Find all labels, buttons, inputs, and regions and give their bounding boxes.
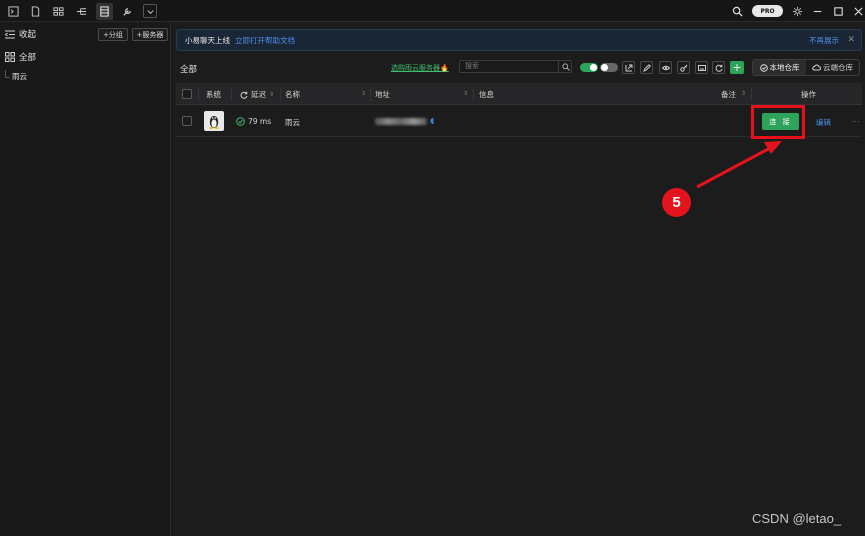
linux-penguin-icon [204,111,224,131]
pro-badge[interactable]: PRO [752,5,783,17]
sidebar-item-all[interactable]: 全部 [5,51,36,63]
key-icon[interactable] [677,61,690,74]
column-header-info: 信息 [479,89,494,100]
chevron-down-icon[interactable] [143,4,157,18]
help-doc-link[interactable]: 立即打开帮助文档 [235,35,295,46]
collapse-icon [5,30,15,38]
server-list-tab-icon[interactable] [96,3,113,20]
more-options[interactable]: ... [852,115,860,124]
refresh-latency-icon[interactable] [240,91,248,99]
edit-batch-icon[interactable] [640,61,653,74]
watermark: CSDN @letao_ [752,511,842,526]
network-tab-icon[interactable] [50,3,67,20]
collapse-label: 收起 [19,30,37,40]
table-header: 系统 延迟 ⇕ 名称 ⇕ 地址 ⇕ 信息 备注 ⇕ 操作 [176,83,862,105]
cloud-repo-label: 云端仓库 [823,63,853,72]
toggle-switch-off[interactable] [600,63,618,72]
search-input[interactable] [459,60,572,73]
cloud-repo-tab[interactable]: 云端仓库 [806,60,859,75]
refresh-icon[interactable] [712,61,725,74]
latency-value: 79 ms [248,117,272,126]
toggle-switch-on[interactable] [580,63,598,72]
fire-icon: 🔥 [440,64,449,72]
file-tab-icon[interactable] [27,3,44,20]
keyboard-icon[interactable] [695,61,708,74]
column-divider [231,87,232,101]
sidebar: 收起 +分组 +服务器 全部 雨云 [0,23,171,536]
settings-icon[interactable] [789,3,806,20]
column-header-os: 系统 [206,89,221,100]
column-latency-label: 延迟 [251,90,266,99]
column-divider [370,87,371,101]
column-header-address[interactable]: 地址 [375,89,390,100]
server-name: 雨云 [285,118,300,127]
import-icon[interactable] [622,61,635,74]
title-bar: PRO [0,0,865,22]
maximize-icon[interactable] [830,3,847,20]
latency-ok-icon [236,117,245,126]
search-icon[interactable] [729,3,746,20]
column-header-actions: 操作 [801,89,816,100]
address-redacted [375,118,427,125]
select-all-checkbox[interactable] [182,89,192,99]
column-divider [751,87,752,101]
minimize-icon[interactable] [809,3,826,20]
add-server-icon-button[interactable]: + [730,61,744,74]
tree-tab-icon[interactable] [73,3,90,20]
add-group-button[interactable]: +分组 [98,28,128,41]
tree-connector [5,70,10,78]
buy-server-link-label: 选购雨云服务器 [391,64,440,72]
close-icon[interactable] [850,3,865,20]
sort-icon[interactable]: ⇕ [361,90,366,97]
copy-address-icon[interactable]: ◖ [430,116,434,125]
column-info-label: 信息 [479,90,494,99]
dismiss-notice-link[interactable]: 不再展示 [809,35,839,46]
toolbar: 全部 选购雨云服务器🔥 + 本地仓库 [172,58,865,78]
add-server-button[interactable]: +服务器 [132,28,168,41]
search-button-icon[interactable] [558,60,572,73]
tools-tab-icon[interactable] [119,3,136,20]
sidebar-group-label: 雨云 [12,72,27,81]
column-header-note: 备注 [721,89,736,100]
close-notice-icon[interactable]: ✕ [847,35,855,45]
repo-switch: 本地仓库 云端仓库 [752,59,860,76]
buy-server-link[interactable]: 选购雨云服务器🔥 [391,63,449,73]
column-actions-label: 操作 [801,90,816,99]
sidebar-item-all-label: 全部 [19,53,37,63]
column-address-label: 地址 [375,90,390,99]
column-header-latency[interactable]: 延迟 ⇕ [240,89,274,100]
cloud-icon [812,64,821,71]
sort-icon[interactable]: ⇕ [463,90,468,97]
main-panel: 小易聊天上线 立即打开帮助文档 不再展示 ✕ 全部 选购雨云服务器🔥 搜索 + … [172,23,865,536]
local-repo-tab[interactable]: 本地仓库 [753,60,806,75]
eye-icon[interactable] [659,61,672,74]
local-repo-label: 本地仓库 [769,63,800,72]
sort-icon[interactable]: ⇕ [269,91,274,98]
grid-icon [5,52,15,62]
notice-banner: 小易聊天上线 立即打开帮助文档 不再展示 ✕ [176,29,862,51]
edit-link[interactable]: 编辑 [816,117,831,128]
highlight-box [751,105,805,139]
step-number-badge: 5 [662,188,691,217]
row-checkbox[interactable] [182,116,192,126]
column-os-label: 系统 [206,90,221,99]
check-circle-icon [759,63,768,72]
collapse-toggle[interactable]: 收起 [5,28,36,40]
column-divider [280,87,281,101]
column-note-label: 备注 [721,90,736,99]
sort-icon[interactable]: ⇕ [741,90,746,97]
page-title: 全部 [180,65,198,75]
column-divider [473,87,474,101]
column-name-label: 名称 [285,90,300,99]
sidebar-group-item[interactable]: 雨云 [12,71,27,82]
column-header-name[interactable]: 名称 [285,89,300,100]
column-divider [198,87,199,101]
latency-cell: 79 ms [236,117,271,126]
terminal-tab-icon[interactable] [5,3,22,20]
notice-text: 小易聊天上线 [185,35,230,45]
